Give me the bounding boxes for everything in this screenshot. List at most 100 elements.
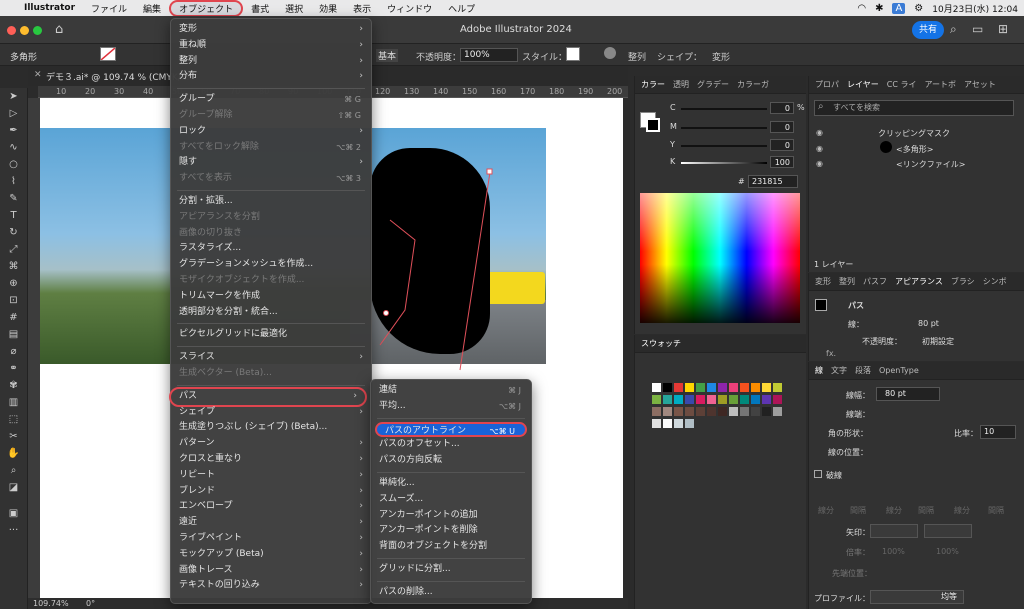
tab-stroke[interactable]: 線 <box>815 365 823 376</box>
limit-input[interactable]: 10 <box>980 425 1016 439</box>
gradient-tool-icon[interactable]: ▤ <box>0 326 27 343</box>
scale-tool-icon[interactable]: ⤢ <box>0 241 27 258</box>
object-menu-item[interactable]: 変形 › <box>171 22 371 38</box>
object-menu-item[interactable]: ライブペイント › <box>171 531 371 547</box>
swatch[interactable] <box>685 419 694 428</box>
object-menu-item[interactable]: すべてを表示 ⌥⌘ 3 <box>171 171 371 187</box>
object-menu-item[interactable]: グループ ⌘ G <box>171 92 371 108</box>
layer-row-clip[interactable]: クリッピングマスク <box>878 128 950 139</box>
selection-tool-icon[interactable]: ➤ <box>0 88 27 105</box>
object-menu-item[interactable]: 分布 › <box>171 69 371 85</box>
object-menu-item[interactable]: モザイクオブジェクトを作成... <box>171 273 371 289</box>
tab-artboards[interactable]: アートボ <box>924 79 956 90</box>
swatch[interactable] <box>674 407 683 416</box>
menu-help[interactable]: ヘルプ <box>440 2 483 15</box>
swatch[interactable] <box>729 383 738 392</box>
home-icon[interactable]: ⌂ <box>55 22 63 37</box>
swatch[interactable] <box>685 395 694 404</box>
tab-properties[interactable]: プロパ <box>815 79 839 90</box>
rotation-angle[interactable]: 0° <box>86 599 95 608</box>
direct-selection-tool-icon[interactable]: ▷ <box>0 105 27 122</box>
path-menu-item[interactable]: アンカーポイントを削除 <box>371 523 531 539</box>
object-menu-item[interactable]: スライス › <box>171 350 371 366</box>
tab-opentype[interactable]: OpenType <box>879 366 919 375</box>
graph-tool-icon[interactable]: ▥ <box>0 394 27 411</box>
path-menu-item[interactable]: パスの方向反転 <box>371 453 531 469</box>
object-menu-item[interactable]: 画像の切り抜き <box>171 226 371 242</box>
swatch[interactable] <box>696 407 705 416</box>
tab-brushes[interactable]: ブラシ <box>951 276 975 287</box>
tab-swatches[interactable]: スウォッチ <box>641 338 681 349</box>
scale-start[interactable]: 100% <box>882 547 905 556</box>
eye-icon[interactable]: ◉ <box>816 159 823 168</box>
tab-layers[interactable]: レイヤー <box>847 79 879 90</box>
y-value[interactable]: 0 <box>770 139 794 151</box>
swatch[interactable] <box>674 383 683 392</box>
object-menu-item[interactable]: モックアップ (Beta) › <box>171 547 371 563</box>
close-window-button[interactable] <box>7 26 16 35</box>
object-menu-item[interactable]: トリムマークを作成 <box>171 289 371 305</box>
swatch[interactable] <box>674 395 683 404</box>
swatch[interactable] <box>652 407 661 416</box>
eye-icon[interactable]: ◉ <box>816 128 823 137</box>
mesh-tool-icon[interactable]: # <box>0 309 27 326</box>
swatch[interactable] <box>685 383 694 392</box>
path-menu-item[interactable]: アンカーポイントの追加 <box>371 508 531 524</box>
swatch[interactable] <box>696 395 705 404</box>
object-menu-item[interactable]: グループ解除 ⇧⌘ G <box>171 108 371 124</box>
object-menu-item[interactable]: シェイプ › <box>171 405 371 421</box>
swatch[interactable] <box>740 395 749 404</box>
object-menu-item[interactable]: 整列 › <box>171 54 371 70</box>
more-tools-icon[interactable]: ··· <box>0 522 27 539</box>
rotate-tool-icon[interactable]: ↻ <box>0 224 27 241</box>
swatch[interactable] <box>762 395 771 404</box>
object-menu-item[interactable]: パターン › <box>171 436 371 452</box>
clock[interactable]: 10月23日(水) 12:04 <box>932 2 1018 15</box>
swatch[interactable] <box>718 383 727 392</box>
tab-appearance[interactable]: アピアランス <box>895 276 943 287</box>
swatch[interactable] <box>762 407 771 416</box>
object-menu-item[interactable]: 隠す › <box>171 155 371 171</box>
screen-mode-icon[interactable]: ▣ <box>0 505 27 522</box>
eyedropper-tool-icon[interactable]: ⌀ <box>0 343 27 360</box>
k-slider[interactable] <box>681 162 767 164</box>
swatch[interactable] <box>696 383 705 392</box>
zoom-level[interactable]: 109.74% <box>33 599 69 608</box>
menu-type[interactable]: 書式 <box>243 2 277 15</box>
workspace-icon[interactable]: ▭ <box>972 22 983 36</box>
hex-input[interactable]: 231815 <box>748 175 798 188</box>
path-menu-item[interactable]: パスのアウトライン ⌥⌘ U <box>375 421 527 438</box>
swatch[interactable] <box>773 407 782 416</box>
object-menu-item[interactable]: ロック › <box>171 124 371 140</box>
arrange-icon[interactable]: ⊞ <box>998 22 1008 36</box>
tab-assets[interactable]: アセット <box>964 79 996 90</box>
tab-paragraph[interactable]: 段落 <box>855 365 871 376</box>
swatch[interactable] <box>751 407 760 416</box>
swatch[interactable] <box>652 419 661 428</box>
path-menu-item[interactable]: スムーズ... <box>371 492 531 508</box>
ellipse-tool-icon[interactable]: ○ <box>0 156 27 173</box>
tab-symbols[interactable]: シンボ <box>983 276 1007 287</box>
path-menu-item[interactable]: 単純化... <box>371 476 531 492</box>
hand-tool-icon[interactable]: ✋ <box>0 445 27 462</box>
color-spectrum[interactable] <box>640 193 800 323</box>
minimize-window-button[interactable] <box>20 26 29 35</box>
tab-align[interactable]: 整列 <box>839 276 855 287</box>
opacity-value[interactable]: 初期設定 <box>922 336 954 347</box>
menu-window[interactable]: ウィンドウ <box>379 2 440 15</box>
shape-builder-tool-icon[interactable]: ⊕ <box>0 275 27 292</box>
scale-end[interactable]: 100% <box>936 547 959 556</box>
path-menu-item[interactable]: 連結 ⌘ J <box>371 383 531 399</box>
maximize-window-button[interactable] <box>33 26 42 35</box>
menu-view[interactable]: 表示 <box>345 2 379 15</box>
tab-cc-libraries[interactable]: CC ライ <box>887 79 917 90</box>
swatch[interactable] <box>674 419 683 428</box>
swatch[interactable] <box>751 383 760 392</box>
swatch[interactable] <box>652 395 661 404</box>
object-menu-item[interactable]: ピクセルグリッドに最適化 <box>171 327 371 343</box>
shape-link[interactable]: シェイプ： <box>657 50 702 63</box>
m-value[interactable]: 0 <box>770 121 794 133</box>
menu-edit[interactable]: 編集 <box>135 2 169 15</box>
swatch[interactable] <box>652 383 661 392</box>
swatch[interactable] <box>707 407 716 416</box>
